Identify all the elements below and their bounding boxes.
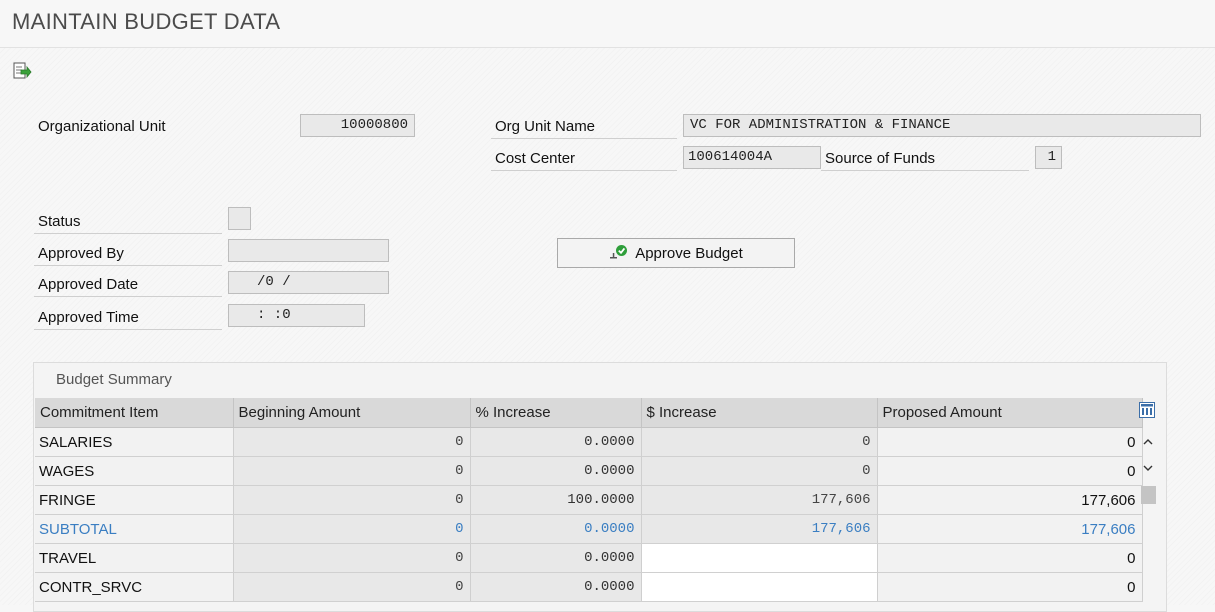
cell-commitment-item: CONTR_SRVC	[35, 572, 234, 602]
scroll-down-icon[interactable]	[1142, 462, 1154, 474]
status-field[interactable]	[228, 207, 251, 230]
cost-center-label: Cost Center	[491, 147, 677, 171]
scroll-up-icon[interactable]	[1142, 436, 1154, 448]
col-proposed-amount[interactable]: Proposed Amount	[877, 398, 1143, 428]
cell-beginning-amount: 0	[233, 543, 471, 573]
cell-proposed-amount: 177,606	[877, 485, 1143, 515]
cell-commitment-item: TRAVEL	[35, 543, 234, 573]
table-row-subtotal[interactable]: SUBTOTAL 0 0.0000 177,606 177,606	[35, 514, 1143, 544]
execute-icon[interactable]	[12, 61, 32, 81]
col-percent-increase[interactable]: % Increase	[470, 398, 642, 428]
cell-proposed-amount: 177,606	[877, 514, 1143, 544]
cell-percent-increase: 0.0000	[470, 514, 642, 544]
table-row[interactable]: SALARIES 0 0.0000 0 0	[35, 427, 1143, 457]
table-header-row: Commitment Item Beginning Amount % Incre…	[35, 398, 1143, 428]
cell-beginning-amount: 0	[233, 456, 471, 486]
col-beginning-amount[interactable]: Beginning Amount	[233, 398, 471, 428]
cell-commitment-item: WAGES	[35, 456, 234, 486]
cell-proposed-amount: 0	[877, 427, 1143, 457]
approved-by-field[interactable]	[228, 239, 389, 262]
source-of-funds-label: Source of Funds	[821, 147, 1029, 171]
cell-dollar-increase[interactable]: 177,606	[641, 485, 878, 515]
cell-percent-increase[interactable]: 0.0000	[470, 543, 642, 573]
cell-percent-increase[interactable]: 100.0000	[470, 485, 642, 515]
approve-budget-label: Approve Budget	[635, 244, 743, 262]
cell-proposed-amount: 0	[877, 456, 1143, 486]
cell-dollar-increase-input[interactable]	[641, 572, 878, 602]
cell-dollar-increase[interactable]: 0	[641, 427, 878, 457]
budget-summary-panel: Budget Summary Commitment Item Beginning…	[33, 362, 1167, 612]
cell-percent-increase[interactable]: 0.0000	[470, 427, 642, 457]
title-divider	[0, 47, 1215, 48]
cell-beginning-amount: 0	[233, 572, 471, 602]
approved-date-field[interactable]: /0 /	[228, 271, 389, 294]
cell-commitment-item: SUBTOTAL	[35, 514, 234, 544]
cost-center-field[interactable]: 100614004A	[683, 146, 821, 169]
approved-by-label: Approved By	[34, 242, 222, 266]
source-of-funds-field[interactable]: 1	[1035, 146, 1062, 169]
cell-dollar-increase-input[interactable]	[641, 543, 878, 573]
approved-time-label: Approved Time	[34, 306, 222, 330]
approved-date-label: Approved Date	[34, 273, 222, 297]
col-dollar-increase[interactable]: $ Increase	[641, 398, 878, 428]
scrollbar-thumb[interactable]	[1141, 486, 1156, 504]
cell-percent-increase[interactable]: 0.0000	[470, 572, 642, 602]
cell-proposed-amount: 0	[877, 543, 1143, 573]
org-unit-field[interactable]: 10000800	[300, 114, 415, 137]
table-row[interactable]: CONTR_SRVC 0 0.0000 0	[35, 572, 1143, 602]
status-label: Status	[34, 210, 222, 234]
page-title: MAINTAIN BUDGET DATA	[12, 9, 281, 34]
cell-dollar-increase: 177,606	[641, 514, 878, 544]
cell-dollar-increase[interactable]: 0	[641, 456, 878, 486]
org-unit-label: Organizational Unit	[38, 118, 166, 135]
cell-commitment-item: SALARIES	[35, 427, 234, 457]
cell-percent-increase[interactable]: 0.0000	[470, 456, 642, 486]
org-unit-name-label: Org Unit Name	[491, 115, 677, 139]
approve-budget-button[interactable]: Approve Budget	[557, 238, 795, 268]
cell-beginning-amount: 0	[233, 514, 471, 544]
budget-summary-table: Commitment Item Beginning Amount % Incre…	[35, 398, 1143, 602]
cell-beginning-amount: 0	[233, 427, 471, 457]
cell-beginning-amount: 0	[233, 485, 471, 515]
col-commitment-item[interactable]: Commitment Item	[35, 398, 234, 428]
table-row[interactable]: FRINGE 0 100.0000 177,606 177,606	[35, 485, 1143, 515]
table-row[interactable]: WAGES 0 0.0000 0 0	[35, 456, 1143, 486]
cell-commitment-item: FRINGE	[35, 485, 234, 515]
approved-time-field[interactable]: : :0	[228, 304, 365, 327]
org-unit-name-field[interactable]: VC FOR ADMINISTRATION & FINANCE	[683, 114, 1201, 137]
column-settings-icon[interactable]	[1139, 402, 1155, 418]
cell-proposed-amount: 0	[877, 572, 1143, 602]
budget-summary-title: Budget Summary	[56, 371, 172, 388]
table-row[interactable]: TRAVEL 0 0.0000 0	[35, 543, 1143, 573]
approve-check-icon	[610, 245, 628, 259]
